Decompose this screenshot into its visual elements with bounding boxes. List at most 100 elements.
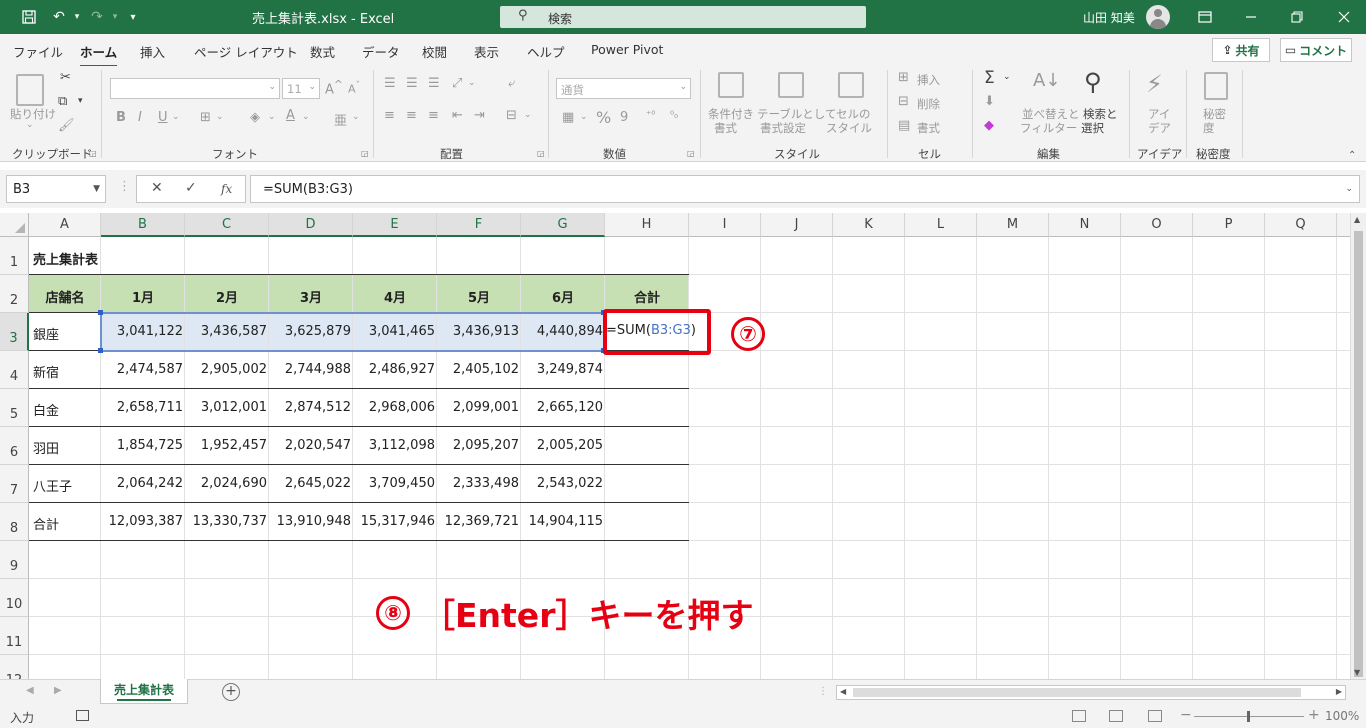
selection-handle[interactable]: [98, 310, 103, 315]
value-cell[interactable]: 1,952,457: [185, 438, 269, 453]
horizontal-scrollbar[interactable]: ◀ ▶: [836, 685, 1346, 700]
decrease-font-icon[interactable]: Aˇ: [348, 80, 360, 96]
expand-formula-icon[interactable]: ⌄: [1345, 184, 1353, 194]
border-icon[interactable]: ⊞: [200, 110, 211, 125]
column-header-n[interactable]: N: [1049, 213, 1121, 237]
row-header-9[interactable]: 9: [0, 541, 29, 579]
save-icon[interactable]: [18, 6, 40, 28]
value-cell[interactable]: 1,854,725: [101, 438, 185, 453]
format-cells-label[interactable]: 書式: [917, 120, 940, 136]
value-cell[interactable]: 2,024,690: [185, 476, 269, 491]
fill-color-icon[interactable]: ◈: [250, 110, 260, 125]
share-button[interactable]: ⇪ 共有: [1212, 38, 1270, 62]
conditional-format-label-2[interactable]: 書式: [714, 120, 737, 136]
align-right-icon[interactable]: ≡: [428, 108, 439, 123]
customize-toolbar-icon[interactable]: ▾: [122, 6, 144, 28]
value-cell[interactable]: 12,093,387: [101, 514, 185, 529]
store-cell[interactable]: 合計: [33, 514, 59, 533]
ribbon-display-icon[interactable]: [1194, 6, 1216, 28]
header-cell-store[interactable]: 店舗名: [29, 287, 101, 306]
add-sheet-icon[interactable]: +: [222, 683, 240, 701]
scroll-down-icon[interactable]: ▼: [1354, 668, 1360, 677]
value-cell[interactable]: 12,369,721: [437, 514, 521, 529]
column-header-m[interactable]: M: [977, 213, 1049, 237]
insert-function-icon[interactable]: fx: [221, 182, 232, 196]
value-cell[interactable]: 3,012,001: [185, 400, 269, 415]
row-header-7[interactable]: 7: [0, 465, 29, 503]
column-header-g[interactable]: G: [521, 213, 605, 237]
comment-button[interactable]: ▭ コメント: [1280, 38, 1352, 62]
font-launcher-icon[interactable]: ◲: [361, 149, 369, 158]
chevron-down-icon[interactable]: ▼: [93, 184, 100, 194]
tab-review[interactable]: 校閲: [422, 42, 447, 61]
avatar[interactable]: [1146, 5, 1170, 29]
page-break-view-icon[interactable]: [1148, 710, 1162, 722]
value-cell[interactable]: 2,543,022: [521, 476, 605, 491]
formula-bar-resize-icon[interactable]: ⋮: [118, 179, 131, 194]
row-header-1[interactable]: 1: [0, 237, 29, 275]
tab-split-grip-icon[interactable]: ⋮: [818, 686, 828, 697]
value-cell[interactable]: 3,112,098: [353, 438, 437, 453]
clipboard-launcher-icon[interactable]: ◲: [89, 149, 97, 158]
insert-cells-label[interactable]: 挿入: [917, 72, 940, 88]
autosum-dropdown-icon[interactable]: ⌄: [1003, 72, 1011, 82]
decrease-indent-icon[interactable]: ⇤: [452, 108, 463, 123]
sort-filter-icon[interactable]: A↓: [1033, 70, 1060, 91]
format-as-table-label-2[interactable]: 書式設定: [760, 120, 806, 136]
scrollbar-thumb[interactable]: [853, 688, 1301, 697]
orientation-icon[interactable]: ⤢: [452, 76, 462, 91]
phonetic-dropdown-icon[interactable]: ⌄: [352, 112, 360, 122]
italic-icon[interactable]: I: [138, 110, 142, 125]
align-top-icon[interactable]: ☰: [384, 76, 396, 91]
value-cell[interactable]: 2,474,587: [101, 362, 185, 377]
tab-page-layout[interactable]: ページ レイアウト: [194, 42, 298, 61]
ideas-label-2[interactable]: デア: [1148, 120, 1171, 136]
delete-cells-label[interactable]: 削除: [917, 96, 940, 112]
row-header-11[interactable]: 11: [0, 617, 29, 655]
copy-icon[interactable]: ⧉: [58, 94, 67, 109]
value-cell[interactable]: 2,874,512: [269, 400, 353, 415]
value-cell[interactable]: 2,968,006: [353, 400, 437, 415]
sheet-tab-active[interactable]: 売上集計表: [100, 679, 188, 704]
cut-icon[interactable]: ✂: [60, 70, 71, 85]
value-cell[interactable]: 14,904,115: [521, 514, 605, 529]
value-cell[interactable]: 2,645,022: [269, 476, 353, 491]
value-cell[interactable]: 2,333,498: [437, 476, 521, 491]
row-header-5[interactable]: 5: [0, 389, 29, 427]
vertical-scrollbar[interactable]: ▲ ▼: [1350, 213, 1366, 679]
row-header-6[interactable]: 6: [0, 427, 29, 465]
column-header-r[interactable]: [1337, 213, 1350, 237]
sort-filter-label-2[interactable]: フィルター: [1020, 120, 1077, 136]
worksheet-grid[interactable]: A B C D E F G H I J K L M N O P Q 1 2 3 …: [0, 213, 1350, 679]
value-cell[interactable]: 2,020,547: [269, 438, 353, 453]
column-header-k[interactable]: K: [833, 213, 905, 237]
header-cell-apr[interactable]: 4月: [353, 287, 437, 306]
column-header-h[interactable]: H: [605, 213, 689, 237]
user-name[interactable]: 山田 知美: [1083, 9, 1135, 26]
row-header-12[interactable]: 12: [0, 655, 29, 679]
row-header-3[interactable]: 3: [0, 313, 29, 351]
sensitivity-icon[interactable]: [1204, 72, 1228, 100]
percent-icon[interactable]: %: [596, 108, 611, 127]
column-header-j[interactable]: J: [761, 213, 833, 237]
value-cell[interactable]: 2,005,205: [521, 438, 605, 453]
format-as-table-icon[interactable]: [778, 72, 804, 98]
number-launcher-icon[interactable]: ◲: [687, 149, 695, 158]
increase-decimal-icon[interactable]: ⁺⁰: [646, 110, 655, 121]
paste-dropdown-icon[interactable]: ⌄: [26, 120, 34, 130]
format-painter-icon[interactable]: 🖌: [58, 118, 75, 133]
value-cell[interactable]: 2,905,002: [185, 362, 269, 377]
font-color-icon[interactable]: A: [286, 108, 295, 123]
value-cell[interactable]: 3,709,450: [353, 476, 437, 491]
accounting-format-icon[interactable]: ▦: [562, 110, 574, 125]
next-sheet-icon[interactable]: ▶: [54, 685, 62, 696]
bold-icon[interactable]: B: [116, 110, 126, 125]
value-cell[interactable]: 2,658,711: [101, 400, 185, 415]
wrap-text-icon[interactable]: ⤶: [508, 76, 515, 91]
tab-data[interactable]: データ: [362, 42, 400, 61]
row-header-8[interactable]: 8: [0, 503, 29, 541]
column-header-e[interactable]: E: [353, 213, 437, 237]
value-cell[interactable]: 13,910,948: [269, 514, 353, 529]
row-header-4[interactable]: 4: [0, 351, 29, 389]
header-cell-mar[interactable]: 3月: [269, 287, 353, 306]
